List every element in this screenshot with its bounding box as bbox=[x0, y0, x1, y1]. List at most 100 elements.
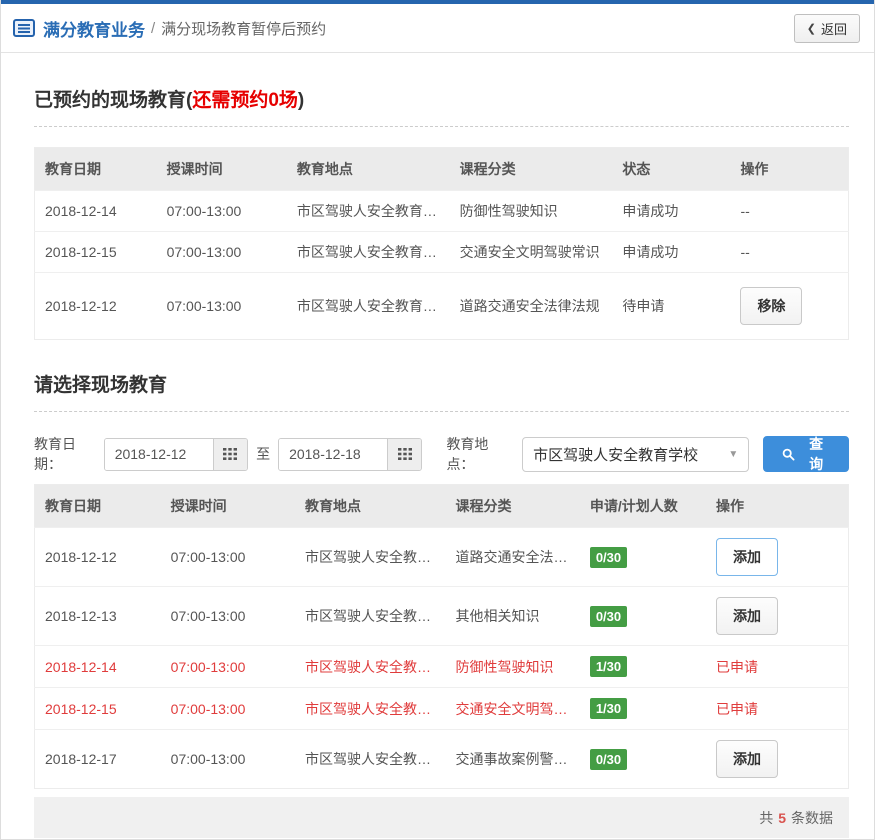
total-suffix: 条数据 bbox=[791, 808, 833, 828]
cell-time: 07:00-13:00 bbox=[157, 273, 287, 340]
cell-date: 2018-12-17 bbox=[35, 730, 161, 789]
booked-title-main: 已预约的现场教育( bbox=[34, 90, 192, 111]
col-header-course: 课程分类 bbox=[446, 485, 580, 528]
cell-date: 2018-12-14 bbox=[35, 646, 161, 688]
applied-status-text: 已申请 bbox=[716, 659, 758, 675]
breadcrumb-current: 满分现场教育暂停后预约 bbox=[161, 18, 326, 39]
cell-place: 市区驾驶人安全教育... bbox=[295, 646, 446, 688]
back-chevron-icon: ❮ bbox=[807, 22, 816, 35]
date-to-group bbox=[278, 438, 422, 471]
cell-time: 07:00-13:00 bbox=[161, 730, 295, 789]
calendar-icon[interactable] bbox=[387, 439, 421, 470]
date-from-input[interactable] bbox=[105, 439, 213, 470]
table-row: 2018-12-15 07:00-13:00 市区驾驶人安全教育... 交通安全… bbox=[35, 688, 849, 730]
table-row: 2018-12-15 07:00-13:00 市区驾驶人安全教育学校 交通安全文… bbox=[35, 232, 849, 273]
total-count-bar: 共 5 条数据 bbox=[34, 797, 849, 838]
table-row: 2018-12-14 07:00-13:00 市区驾驶人安全教育... 防御性驾… bbox=[35, 646, 849, 688]
cell-action-none: -- bbox=[730, 232, 848, 273]
cell-place: 市区驾驶人安全教育... bbox=[295, 587, 446, 646]
cell-date: 2018-12-12 bbox=[35, 273, 157, 340]
cell-course: 道路交通安全法律法规 bbox=[446, 528, 580, 587]
table-row: 2018-12-12 07:00-13:00 市区驾驶人安全教育学校 道路交通安… bbox=[35, 273, 849, 340]
booked-section-title: 已预约的现场教育(还需预约0场) bbox=[34, 85, 849, 127]
date-filter-label: 教育日期： bbox=[34, 434, 104, 474]
col-header-count: 申请/计划人数 bbox=[580, 485, 706, 528]
count-badge: 1/30 bbox=[590, 698, 627, 719]
col-header-status: 状态 bbox=[612, 148, 730, 191]
cell-date: 2018-12-13 bbox=[35, 587, 161, 646]
cell-course: 道路交通安全法律法规 bbox=[450, 273, 613, 340]
total-count: 5 bbox=[778, 810, 786, 826]
add-button[interactable]: 添加 bbox=[716, 740, 778, 778]
breadcrumb-separator: / bbox=[151, 20, 155, 37]
back-button-label: 返回 bbox=[821, 19, 847, 38]
count-badge: 0/30 bbox=[590, 749, 627, 770]
cell-time: 07:00-13:00 bbox=[161, 688, 295, 730]
place-select[interactable]: 市区驾驶人安全教育学校 ▼ bbox=[522, 437, 749, 472]
cell-course: 其他相关知识 bbox=[446, 587, 580, 646]
booked-title-highlight: 还需预约0场 bbox=[192, 90, 298, 111]
cell-course: 交通安全文明驾驶常识 bbox=[446, 688, 580, 730]
booked-table-header-row: 教育日期 授课时间 教育地点 课程分类 状态 操作 bbox=[35, 148, 849, 191]
count-badge: 0/30 bbox=[590, 606, 627, 627]
schedule-table: 教育日期 授课时间 教育地点 课程分类 申请/计划人数 操作 2018-12-1… bbox=[34, 484, 849, 789]
query-button[interactable]: 查询 bbox=[763, 436, 849, 472]
cell-action-none: -- bbox=[730, 191, 848, 232]
date-from-group bbox=[104, 438, 248, 471]
place-filter-label: 教育地点： bbox=[446, 434, 516, 474]
schedule-table-header-row: 教育日期 授课时间 教育地点 课程分类 申请/计划人数 操作 bbox=[35, 485, 849, 528]
col-header-place: 教育地点 bbox=[295, 485, 446, 528]
cell-time: 07:00-13:00 bbox=[157, 232, 287, 273]
cell-time: 07:00-13:00 bbox=[157, 191, 287, 232]
total-prefix: 共 bbox=[759, 808, 773, 828]
cell-date: 2018-12-15 bbox=[35, 688, 161, 730]
col-header-time: 授课时间 bbox=[161, 485, 295, 528]
search-icon bbox=[782, 448, 795, 461]
date-range-to-label: 至 bbox=[256, 444, 270, 464]
col-header-action: 操作 bbox=[730, 148, 848, 191]
calendar-icon[interactable] bbox=[213, 439, 247, 470]
cell-status: 申请成功 bbox=[612, 232, 730, 273]
cell-place: 市区驾驶人安全教育... bbox=[295, 528, 446, 587]
place-select-value: 市区驾驶人安全教育学校 bbox=[533, 444, 728, 465]
cell-place: 市区驾驶人安全教育... bbox=[295, 688, 446, 730]
cell-course: 防御性驾驶知识 bbox=[450, 191, 613, 232]
count-badge: 1/30 bbox=[590, 656, 627, 677]
date-to-input[interactable] bbox=[279, 439, 387, 470]
cell-time: 07:00-13:00 bbox=[161, 587, 295, 646]
cell-date: 2018-12-15 bbox=[35, 232, 157, 273]
remove-button[interactable]: 移除 bbox=[740, 287, 802, 325]
table-row: 2018-12-14 07:00-13:00 市区驾驶人安全教育学校 防御性驾驶… bbox=[35, 191, 849, 232]
col-header-date: 教育日期 bbox=[35, 485, 161, 528]
query-button-label: 查询 bbox=[802, 434, 830, 474]
booked-title-close: ) bbox=[298, 90, 304, 111]
cell-course: 交通事故案例警示教育 bbox=[446, 730, 580, 789]
cell-course: 防御性驾驶知识 bbox=[446, 646, 580, 688]
cell-place: 市区驾驶人安全教育... bbox=[295, 730, 446, 789]
cell-place: 市区驾驶人安全教育学校 bbox=[287, 273, 450, 340]
cell-time: 07:00-13:00 bbox=[161, 646, 295, 688]
col-header-course: 课程分类 bbox=[450, 148, 613, 191]
cell-status: 待申请 bbox=[612, 273, 730, 340]
cell-status: 申请成功 bbox=[612, 191, 730, 232]
cell-place: 市区驾驶人安全教育学校 bbox=[287, 191, 450, 232]
cell-date: 2018-12-14 bbox=[35, 191, 157, 232]
add-button[interactable]: 添加 bbox=[716, 538, 778, 576]
booked-table: 教育日期 授课时间 教育地点 课程分类 状态 操作 2018-12-14 07:… bbox=[34, 147, 849, 340]
col-header-action: 操作 bbox=[706, 485, 849, 528]
col-header-time: 授课时间 bbox=[157, 148, 287, 191]
header-bar: 满分教育业务 / 满分现场教育暂停后预约 ❮ 返回 bbox=[1, 4, 874, 53]
table-row: 2018-12-13 07:00-13:00 市区驾驶人安全教育... 其他相关… bbox=[35, 587, 849, 646]
table-row: 2018-12-17 07:00-13:00 市区驾驶人安全教育... 交通事故… bbox=[35, 730, 849, 789]
breadcrumb-root[interactable]: 满分教育业务 bbox=[43, 16, 145, 41]
cell-course: 交通安全文明驾驶常识 bbox=[450, 232, 613, 273]
back-button[interactable]: ❮ 返回 bbox=[794, 14, 860, 43]
count-badge: 0/30 bbox=[590, 547, 627, 568]
col-header-place: 教育地点 bbox=[287, 148, 450, 191]
table-row: 2018-12-12 07:00-13:00 市区驾驶人安全教育... 道路交通… bbox=[35, 528, 849, 587]
add-button[interactable]: 添加 bbox=[716, 597, 778, 635]
filter-bar: 教育日期： 至 bbox=[34, 434, 849, 474]
list-icon bbox=[13, 19, 35, 37]
page: 满分教育业务 / 满分现场教育暂停后预约 ❮ 返回 已预约的现场教育(还需预约0… bbox=[0, 0, 875, 840]
chevron-down-icon: ▼ bbox=[728, 449, 738, 460]
